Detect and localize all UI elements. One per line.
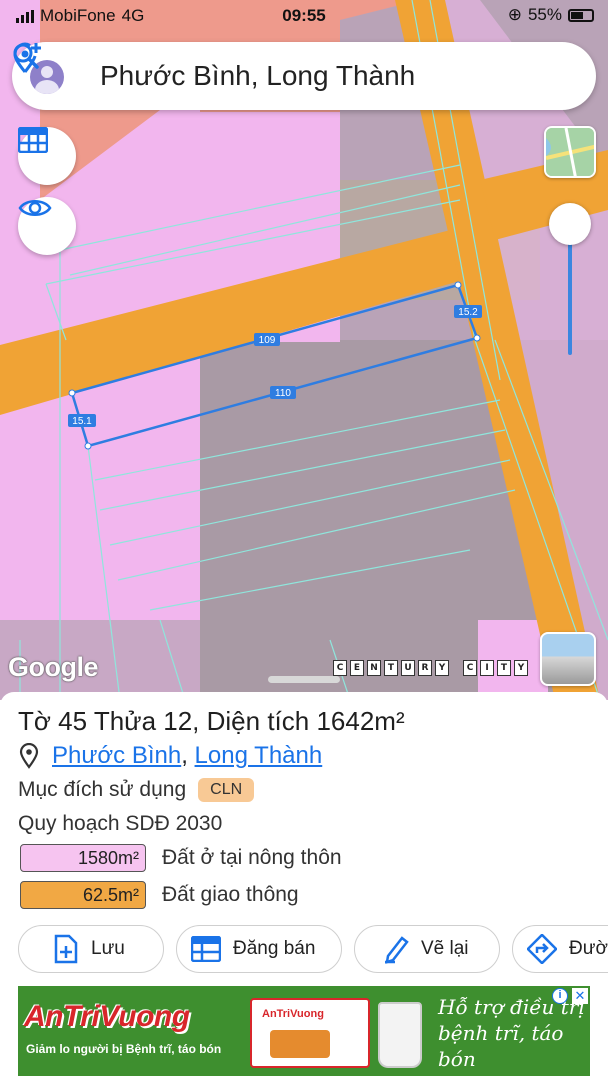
search-query[interactable]: Phước Bình, Long Thành [100,60,415,92]
edge-label-right: 15.2 [458,307,478,318]
directions-label: Đường đi [569,938,608,959]
watermark-gap [452,660,460,676]
ad-product-label: AnTriVuong [262,1008,324,1020]
watermark-letter: C [333,660,347,676]
pen-icon [385,936,409,964]
watermark-letter: N [367,660,381,676]
watermark-letter: T [497,660,511,676]
ad-product-box: AnTriVuong [250,998,370,1068]
ward-link[interactable]: Phước Bình [52,742,181,770]
parcel-info-sheet: Tờ 45 Thửa 12, Diện tích 1642m² Phước Bì… [0,676,608,986]
battery-percent: 55% [527,5,562,24]
watermark-letter: E [350,660,364,676]
parcel-title: Tờ 45 Thửa 12, Diện tích 1642m² [18,706,405,736]
watermark-letter: C [463,660,477,676]
action-buttons: Lưu Đăng bán Vẽ lại Đường đi [18,925,608,975]
watermark-letter: Y [514,660,528,676]
watermark-letter: Y [435,660,449,676]
planning-label: Quy hoạch SDĐ 2030 [18,812,223,835]
district-link[interactable]: Long Thành [195,742,323,770]
purpose-badge: CLN [198,778,255,802]
ad-close-icon[interactable]: ✕ [572,988,588,1004]
redraw-label: Vẽ lại [421,938,469,959]
land-purpose-row: Mục đích sử dụng CLN [18,778,255,802]
listing-icon [191,936,221,962]
street-view-thumbnail[interactable] [540,632,596,686]
location-pin-icon [19,743,39,769]
redraw-button[interactable]: Vẽ lại [354,925,500,973]
watermark-letter: U [401,660,415,676]
save-button[interactable]: Lưu [18,925,164,973]
add-location-icon[interactable] [12,42,42,74]
watermark-letter: R [418,660,432,676]
layers-icon [18,127,48,153]
post-for-sale-label: Đăng bán [233,938,316,959]
watermark-letter: T [384,660,398,676]
map-thumbnail-icon [546,128,594,176]
layers-button[interactable] [18,127,76,185]
land-use-label: Đất ở tại nông thôn [162,846,342,869]
land-use-area: 62.5m² [20,881,146,909]
ad-subtext: Giảm lo người bị Bệnh trĩ, táo bón [26,1042,222,1056]
post-for-sale-button[interactable]: Đăng bán [176,925,342,973]
ad-info-icon[interactable]: i [552,988,568,1004]
directions-icon [527,934,557,964]
add-file-icon [54,934,78,964]
map-view[interactable]: 109 110 15.1 15.2 MobiFone 4G 09:55 ⊕ 55… [0,0,608,700]
opacity-slider-handle[interactable] [549,203,591,245]
ad-banner[interactable]: AnTriVuong Giảm lo người bị Bệnh trĩ, tá… [18,986,590,1076]
google-logo: Google [8,652,99,682]
ad-brand: AnTriVuong [24,1000,190,1033]
map-type-button[interactable] [544,126,596,178]
save-button-label: Lưu [91,938,125,959]
visibility-button[interactable] [18,197,76,255]
location-separator: , [181,742,195,769]
land-use-row: 62.5m² Đất giao thông [20,881,299,909]
purpose-label: Mục đích sử dụng [18,778,187,801]
status-right: ⊕ 55% [508,5,594,25]
watermark-letter: I [480,660,494,676]
edge-label-top: 109 [259,335,276,346]
rotation-lock-icon: ⊕ [507,5,522,24]
edge-label-bottom: 110 [275,388,291,399]
land-use-row: 1580m² Đất ở tại nông thôn [20,844,342,872]
directions-button[interactable]: Đường đi [512,925,608,973]
ad-product-tube [378,1002,422,1068]
edge-label-left: 15.1 [72,416,92,427]
status-bar: MobiFone 4G 09:55 ⊕ 55% [0,0,608,32]
century-city-watermark: C E N T U R Y C I T Y [333,660,528,676]
search-bar[interactable]: Phước Bình, Long Thành [12,42,596,110]
sheet-drag-handle[interactable] [268,676,340,683]
parcel-location: Phước Bình , Long Thành [18,742,322,770]
land-use-label: Đất giao thông [162,883,299,906]
ad-slogan: Hỗ trợ điều trị bệnh trĩ, táo bón [438,995,585,1071]
eye-icon [18,200,52,216]
battery-icon [568,8,594,22]
land-use-area: 1580m² [20,844,146,872]
